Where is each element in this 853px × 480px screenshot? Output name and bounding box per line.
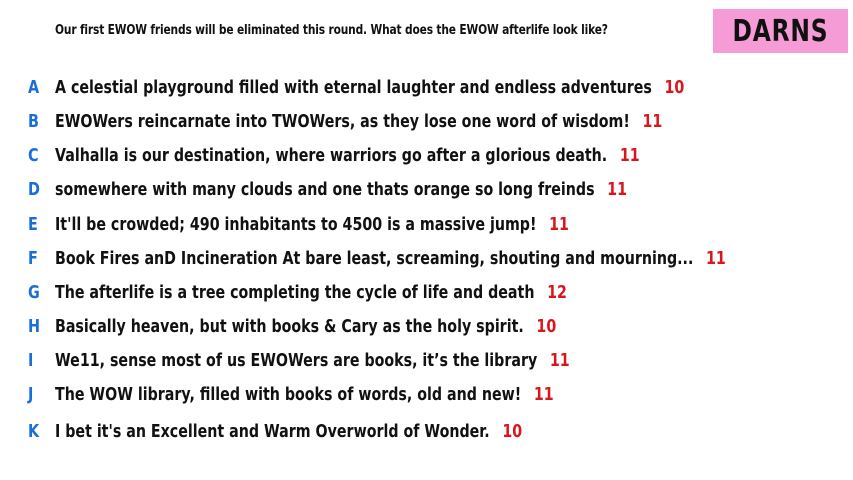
word-count: 11 bbox=[549, 349, 570, 371]
response-text: EWOWers reincarnate into TWOWers, as the… bbox=[55, 110, 630, 132]
word-count: 11 bbox=[706, 247, 726, 269]
response-letter: D bbox=[28, 178, 40, 200]
word-count: 10 bbox=[502, 420, 523, 442]
response-letter: I bbox=[28, 349, 34, 371]
word-count: 11 bbox=[619, 144, 640, 166]
name-badge: DARNS bbox=[713, 9, 848, 53]
response-text: Book Fires anD Incineration At bare leas… bbox=[55, 247, 694, 269]
word-count: 11 bbox=[549, 213, 569, 235]
response-letter: G bbox=[28, 281, 40, 303]
response-content: EWOWers reincarnate into TWOWers, as the… bbox=[55, 111, 662, 132]
response-letter: E bbox=[28, 213, 38, 235]
slide: Our first EWOW friends will be eliminate… bbox=[0, 0, 853, 480]
response-content: It'll be crowded; 490 inhabitants to 450… bbox=[55, 214, 569, 235]
response-content: The afterlife is a tree completing the c… bbox=[55, 282, 567, 303]
response-content: somewhere with many clouds and one thats… bbox=[55, 179, 627, 200]
response-text: We11, sense most of us EWOWers are books… bbox=[55, 349, 538, 371]
word-count: 11 bbox=[642, 110, 663, 132]
prompt-text: Our first EWOW friends will be eliminate… bbox=[55, 23, 608, 38]
response-content: Book Fires anD Incineration At bare leas… bbox=[55, 248, 726, 269]
response-letter: B bbox=[28, 110, 39, 132]
response-letter: C bbox=[28, 144, 39, 166]
word-count: 10 bbox=[664, 76, 685, 98]
response-text: I bet it's an Excellent and Warm Overwor… bbox=[55, 420, 490, 442]
response-text: Valhalla is our destination, where warri… bbox=[55, 144, 608, 166]
response-content: Basically heaven, but with books & Cary … bbox=[55, 316, 556, 337]
response-text: The afterlife is a tree completing the c… bbox=[55, 281, 535, 303]
response-content: We11, sense most of us EWOWers are books… bbox=[55, 350, 570, 371]
word-count: 11 bbox=[607, 178, 627, 200]
response-text: Basically heaven, but with books & Cary … bbox=[55, 315, 524, 337]
response-letter: F bbox=[28, 247, 38, 269]
response-text: somewhere with many clouds and one thats… bbox=[55, 178, 595, 200]
response-letter: A bbox=[28, 76, 40, 98]
response-letter: H bbox=[28, 315, 41, 337]
word-count: 10 bbox=[536, 315, 557, 337]
response-content: A celestial playground filled with etern… bbox=[55, 77, 684, 98]
word-count: 11 bbox=[533, 383, 554, 405]
name-badge-label: DARNS bbox=[732, 13, 829, 49]
word-count: 12 bbox=[547, 281, 567, 303]
response-content: Valhalla is our destination, where warri… bbox=[55, 145, 640, 166]
response-text: It'll be crowded; 490 inhabitants to 450… bbox=[55, 213, 537, 235]
response-letter: K bbox=[28, 420, 40, 442]
response-content: The WOW library, filled with books of wo… bbox=[55, 384, 554, 405]
response-text: The WOW library, filled with books of wo… bbox=[55, 383, 522, 405]
response-content: I bet it's an Excellent and Warm Overwor… bbox=[55, 421, 522, 442]
response-letter: J bbox=[28, 383, 34, 405]
response-text: A celestial playground filled with etern… bbox=[55, 76, 652, 98]
